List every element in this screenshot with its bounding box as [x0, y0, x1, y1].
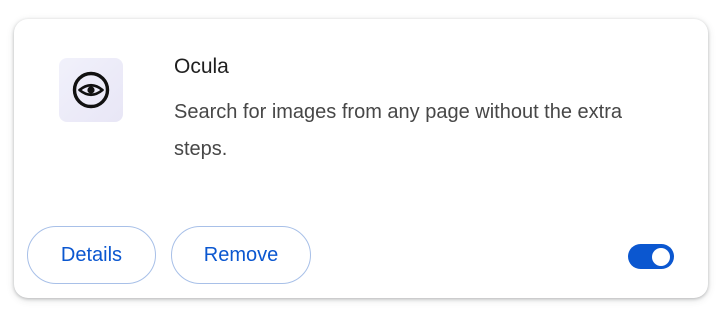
toggle-knob — [652, 247, 670, 266]
extension-icon — [59, 58, 123, 122]
extension-name: Ocula — [174, 55, 229, 78]
details-button[interactable]: Details — [27, 226, 156, 284]
remove-button[interactable]: Remove — [171, 226, 311, 284]
enable-toggle[interactable] — [628, 244, 674, 269]
eye-icon — [72, 71, 110, 109]
extension-description: Search for images from any page without … — [174, 101, 623, 160]
extension-card: Ocula Search for images from any page wi… — [14, 19, 708, 298]
